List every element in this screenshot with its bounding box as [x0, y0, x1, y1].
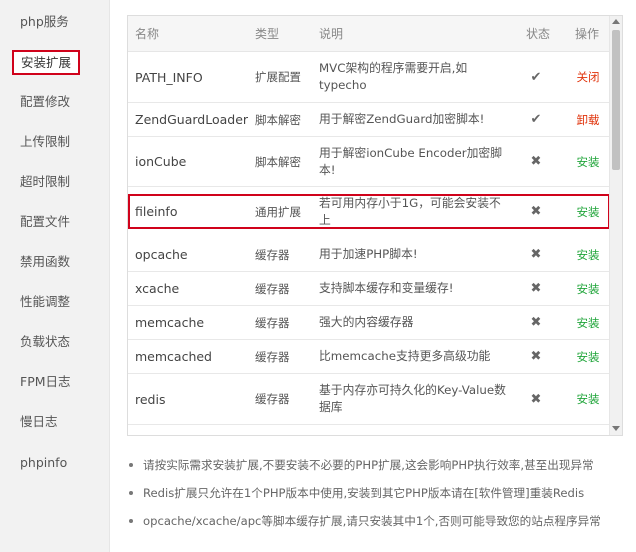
- scroll-up-arrow-icon[interactable]: [612, 19, 620, 24]
- op-button[interactable]: 安装: [568, 137, 608, 186]
- cell-desc: MVC架构的程序需要开启,如typecho: [319, 61, 468, 92]
- scroll-thumb[interactable]: [612, 30, 620, 170]
- cell-type: 脚本解密: [255, 112, 301, 127]
- cell-name: redis: [135, 391, 166, 407]
- table-row-ioncube: ionCube 脚本解密 用于解密ionCube Encoder加密脚本! ✖ …: [128, 137, 610, 187]
- sidebar-item-disabled-functions[interactable]: 禁用函数: [20, 250, 70, 274]
- cross-icon: ✖: [530, 154, 542, 169]
- sidebar-item-upload-limit[interactable]: 上传限制: [20, 130, 70, 154]
- check-icon: ✔: [530, 112, 542, 127]
- table-row-zendguardloader: ZendGuardLoader 脚本解密 用于解密ZendGuard加密脚本! …: [128, 103, 610, 137]
- cell-type: 脚本解密: [255, 154, 301, 169]
- op-button[interactable]: 卸载: [568, 103, 608, 136]
- extensions-table: 名称 类型 说明 状态 操作 PATH_INFO 扩展配置 MVC架构的程序需要…: [127, 15, 623, 436]
- cross-icon: ✖: [530, 247, 542, 262]
- table-row-fileinfo: fileinfo 通用扩展 若可用内存小于1G，可能会安装不上 ✖ 安装: [128, 194, 610, 229]
- sidebar-item-php-service[interactable]: php服务: [20, 10, 69, 34]
- sidebar-item-config-file[interactable]: 配置文件: [20, 210, 70, 234]
- cell-type: 缓存器: [255, 247, 290, 262]
- cell-type: 扩展配置: [255, 70, 301, 84]
- cell-name: ZendGuardLoader: [135, 112, 249, 127]
- tips-list: 请按实际需求安装扩展,不要安装不必要的PHP扩展,这会影响PHP执行效率,甚至出…: [127, 456, 632, 540]
- tip-item: Redis扩展只允许在1个PHP版本中使用,安装到其它PHP版本请在[软件管理]…: [127, 484, 632, 512]
- op-button[interactable]: 安装: [568, 374, 608, 424]
- cell-desc: 支持脚本缓存和变量缓存!: [319, 281, 454, 295]
- header-name: 名称: [135, 27, 160, 41]
- sidebar-item-fpm-log[interactable]: FPM日志: [20, 370, 71, 394]
- header-op: 操作: [575, 27, 600, 41]
- cell-desc: 比memcache支持更多高级功能: [319, 349, 491, 363]
- table-row-xcache: xcache 缓存器 支持脚本缓存和变量缓存! ✖ 安装: [128, 272, 610, 306]
- cell-name: opcache: [135, 247, 188, 262]
- sidebar-item-load-status[interactable]: 负载状态: [20, 330, 70, 354]
- cell-type: 缓存器: [255, 281, 290, 296]
- table-row-memcached: memcached 缓存器 比memcache支持更多高级功能 ✖ 安装: [128, 340, 610, 374]
- cell-desc: 用于解密ZendGuard加密脚本!: [319, 112, 485, 126]
- sidebar-item-timeout-limit[interactable]: 超时限制: [20, 170, 70, 194]
- tip-item: opcache/xcache/apc等脚本缓存扩展,请只安装其中1个,否则可能导…: [127, 512, 632, 540]
- cell-desc: 用于解密ionCube Encoder加密脚本!: [319, 145, 502, 177]
- cell-desc: 基于内存亦可持久化的Key-Value数据库: [319, 383, 506, 414]
- op-button[interactable]: 安装: [568, 306, 608, 339]
- header-desc: 说明: [319, 27, 344, 41]
- cell-desc: 强大的内容缓存器: [319, 315, 414, 329]
- cross-icon: ✖: [530, 204, 542, 219]
- sidebar-item-install-extensions[interactable]: 安装扩展: [12, 50, 81, 75]
- op-button[interactable]: 安装: [568, 340, 608, 373]
- table-row-opcache: opcache 缓存器 用于加速PHP脚本! ✖ 安装: [128, 238, 610, 272]
- op-button[interactable]: 安装: [568, 272, 608, 305]
- main-panel: 名称 类型 说明 状态 操作 PATH_INFO 扩展配置 MVC架构的程序需要…: [110, 0, 636, 552]
- cell-name: memcached: [135, 349, 212, 364]
- table-scrollbar[interactable]: [609, 16, 622, 435]
- cell-name: fileinfo: [135, 204, 178, 219]
- sidebar-item-slow-log[interactable]: 慢日志: [20, 410, 58, 434]
- table-row-redis: redis 缓存器 基于内存亦可持久化的Key-Value数据库 ✖ 安装: [128, 374, 610, 425]
- op-button[interactable]: 安装: [568, 238, 608, 271]
- table-header: 名称 类型 说明 状态 操作: [128, 16, 610, 52]
- table-row-memcache: memcache 缓存器 强大的内容缓存器 ✖ 安装: [128, 306, 610, 340]
- sidebar-item-config-edit[interactable]: 配置修改: [20, 90, 70, 114]
- tip-item: 请按实际需求安装扩展,不要安装不必要的PHP扩展,这会影响PHP执行效率,甚至出…: [127, 456, 632, 484]
- cross-icon: ✖: [530, 315, 542, 330]
- sidebar-item-performance[interactable]: 性能调整: [20, 290, 70, 314]
- op-button[interactable]: 安装: [568, 196, 608, 227]
- cell-name: memcache: [135, 315, 205, 330]
- cell-desc: 用于加速PHP脚本!: [319, 247, 418, 261]
- op-button[interactable]: 关闭: [568, 52, 608, 102]
- header-status: 状态: [526, 27, 551, 41]
- header-type: 类型: [255, 27, 280, 41]
- cell-name: PATH_INFO: [135, 69, 203, 85]
- cell-type: 缓存器: [255, 349, 290, 364]
- cell-type: 缓存器: [255, 315, 290, 330]
- cell-name: xcache: [135, 281, 180, 296]
- cross-icon: ✖: [530, 349, 542, 364]
- sidebar-item-phpinfo[interactable]: phpinfo: [20, 451, 67, 475]
- cross-icon: ✖: [530, 391, 542, 407]
- table-row-path-info: PATH_INFO 扩展配置 MVC架构的程序需要开启,如typecho ✔ 关…: [128, 52, 610, 103]
- cell-type: 通用扩展: [255, 204, 301, 219]
- cell-desc: 若可用内存小于1G，可能会安装不上: [319, 195, 501, 227]
- scroll-down-arrow-icon[interactable]: [612, 426, 620, 431]
- cell-name: ionCube: [135, 154, 187, 169]
- check-icon: ✔: [530, 69, 542, 85]
- sidebar: php服务 安装扩展 配置修改 上传限制 超时限制 配置文件 禁用函数 性能调整…: [0, 0, 110, 552]
- cross-icon: ✖: [530, 281, 542, 296]
- cell-type: 缓存器: [255, 392, 290, 406]
